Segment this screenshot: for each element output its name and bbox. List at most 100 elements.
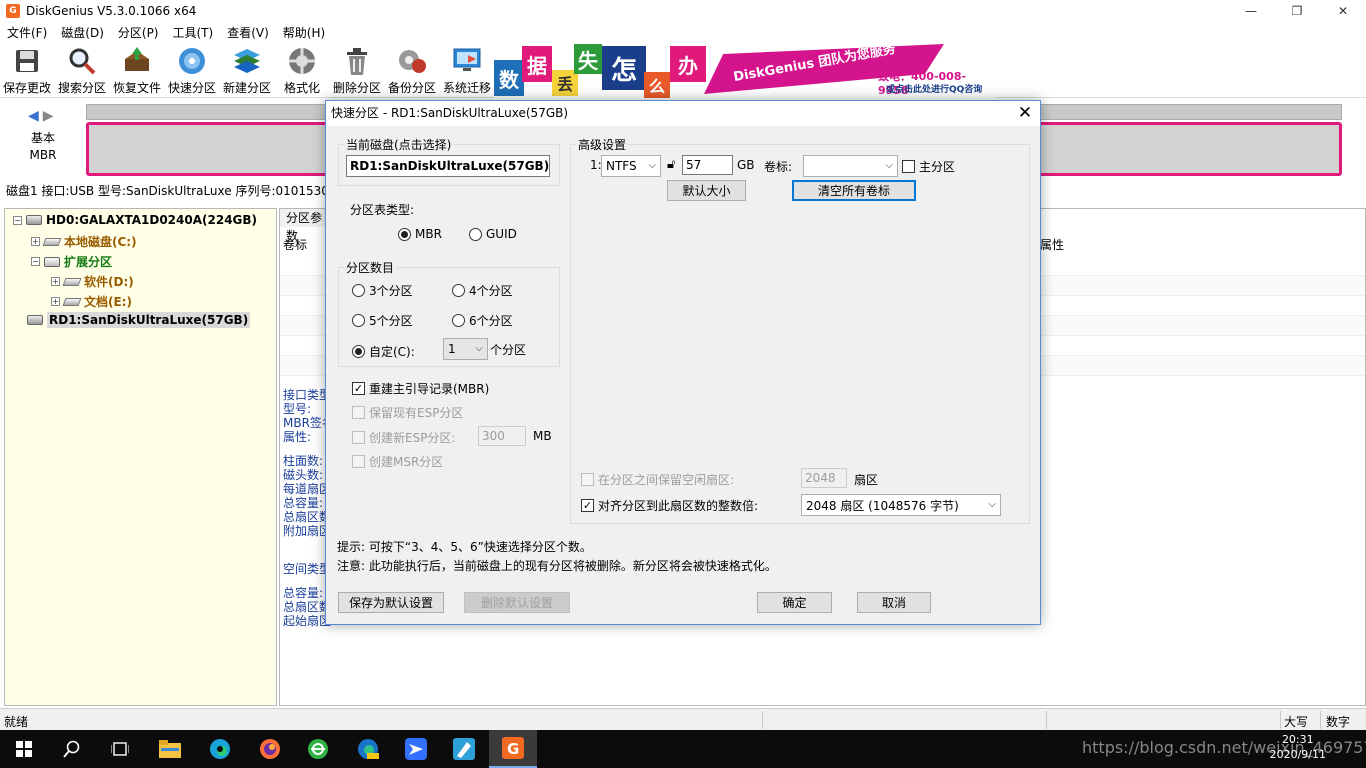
lock-icon[interactable]: 🔓︎ [667,157,675,172]
expand-icon[interactable]: + [31,237,40,246]
checkbox-keep-free-sectors[interactable]: 在分区之间保留空闲扇区: [581,471,734,488]
minimize-button[interactable]: — [1228,0,1274,22]
new-partition-icon [231,46,263,76]
delete-partition-button[interactable]: 删除分区 [330,46,384,96]
cancel-button[interactable]: 取消 [857,592,931,613]
alignment-value: 2048 扇区 (1048576 字节) [806,498,959,513]
system-migration-button[interactable]: 系统迁移 [440,46,494,96]
format-button[interactable]: 格式化 [275,46,329,96]
backup-partition-button[interactable]: 备份分区 [385,46,439,96]
checkbox-rebuild-mbr[interactable]: ✓ 重建主引导记录(MBR) [352,380,489,397]
feishu-icon[interactable] [392,730,440,768]
radio-label: MBR [415,227,442,241]
mbr-label: MBR [29,148,57,162]
volume-label-select[interactable]: ⌵ [803,155,898,177]
firefox-icon[interactable] [246,730,294,768]
dialog-close-button[interactable]: ✕ [1014,101,1036,126]
system-clock[interactable]: 20:31 2020/9/11 [1270,732,1326,762]
info-label: 空间类型 [283,562,332,576]
360-browser-icon[interactable] [294,730,342,768]
info-label: 总扇区数 [283,510,332,524]
delete-default-button[interactable]: 删除默认设置 [464,592,570,613]
menu-disk[interactable]: 磁盘(D) [54,24,111,41]
radio-6-partitions[interactable]: 6个分区 [452,312,513,329]
restore-button[interactable]: ❐ [1274,0,1320,22]
radio-mbr[interactable]: MBR [398,227,442,241]
tree-item-extended[interactable]: − 扩展分区 [31,253,112,270]
radio-custom-count[interactable]: 自定(C): [352,343,415,360]
tree-label: 扩展分区 [64,255,113,269]
expand-icon[interactable]: + [51,277,60,286]
info-label: 附加扇区 [283,524,332,538]
edge-icon[interactable] [196,730,244,768]
banner-tile: 办 [670,46,706,82]
checkbox-label: 对齐分区到此扇区数的整数倍: [598,499,759,513]
tree-item-rd1[interactable]: RD1:SanDiskUltraLuxe(57GB) [27,312,251,328]
info-label: 总容量: [283,586,324,600]
current-disk-selector[interactable]: RD1:SanDiskUltraLuxe(57GB) [346,155,550,177]
advanced-settings-label: 高级设置 [576,136,629,153]
esp-size-input[interactable]: 300 [478,426,526,446]
checkbox-align-partitions[interactable]: ✓ 对齐分区到此扇区数的整数倍: [581,497,758,514]
radio-label: 6个分区 [469,314,513,328]
task-view-icon[interactable] [96,730,144,768]
search-partition-button[interactable]: 搜索分区 [55,46,109,96]
tab-partition-params[interactable]: 分区参数 [280,209,330,243]
radio-4-partitions[interactable]: 4个分区 [452,282,513,299]
default-size-button[interactable]: 默认大小 [667,180,746,201]
diskgenius-icon[interactable]: G [489,730,537,768]
menu-help[interactable]: 帮助(H) [276,24,332,41]
prev-disk-icon[interactable]: ◀ [28,108,39,124]
ad-banner[interactable]: 数 据 丢 失 怎 么 办 DiskGenius 团队为您服务 致电：400-0… [494,42,996,98]
start-icon[interactable] [0,730,48,768]
ok-button[interactable]: 确定 [757,592,832,613]
collapse-icon[interactable]: − [31,257,40,266]
free-sectors-input[interactable]: 2048 [801,468,847,488]
basic-label: 基本 [30,131,55,145]
next-disk-icon[interactable]: ▶ [43,108,54,124]
filesystem-select[interactable]: NTFS ⌵ [601,155,661,177]
status-text: 就绪 [4,715,29,729]
alignment-select[interactable]: 2048 扇区 (1048576 字节) ⌵ [801,494,1001,516]
new-partition-button[interactable]: 新建分区 [220,46,274,96]
banner-tile: 据 [522,46,552,82]
checkbox-primary-partition[interactable]: 主分区 [902,158,955,175]
checkbox-create-msr[interactable]: 创建MSR分区 [352,453,443,470]
menu-partition[interactable]: 分区(P) [111,24,166,41]
tree-item-e[interactable]: + 文档(E:) [51,293,132,310]
chevron-down-icon: ⌵ [988,499,996,510]
file-explorer-icon[interactable] [146,730,194,768]
tool-icon[interactable] [440,730,488,768]
menu-file[interactable]: 文件(F) [0,24,54,41]
partition-row-index: 1: [590,158,602,172]
tree-item-d[interactable]: + 软件(D:) [51,273,134,290]
checkbox-create-esp[interactable]: 创建新ESP分区: [352,429,455,446]
expand-icon[interactable]: + [51,297,60,306]
banner-tile: 么 [644,72,670,98]
close-button[interactable]: ✕ [1320,0,1366,22]
collapse-icon[interactable]: − [13,215,22,225]
clear-labels-button[interactable]: 清空所有卷标 [792,180,916,201]
banner-qq-link[interactable]: 或点击此处进行QQ咨询 [886,82,982,95]
tree-item-hd0[interactable]: − HD0:GALAXTA1D0240A(224GB) [13,213,257,227]
menu-view[interactable]: 查看(V) [220,24,276,41]
partition-size-input[interactable]: 57 [682,155,733,175]
edge-canary-icon[interactable] [344,730,392,768]
banner-tile: 失 [574,44,602,74]
checkbox-box [581,473,594,486]
recover-files-button[interactable]: 恢复文件 [110,46,164,96]
radio-5-partitions[interactable]: 5个分区 [352,312,413,329]
checkbox-keep-esp[interactable]: 保留现有ESP分区 [352,404,463,421]
status-divider [1046,711,1047,729]
tree-item-c[interactable]: + 本地磁盘(C:) [31,233,137,250]
search-icon[interactable] [48,730,96,768]
save-default-button[interactable]: 保存为默认设置 [338,592,444,613]
radio-3-partitions[interactable]: 3个分区 [352,282,413,299]
custom-count-select[interactable]: 1 ⌵ [443,338,488,360]
menu-tools[interactable]: 工具(T) [166,24,221,41]
status-divider [1280,711,1281,729]
save-changes-button[interactable]: 保存更改 [0,46,54,96]
radio-guid[interactable]: GUID [469,227,517,241]
caps-indicator: 大写 [1284,715,1309,729]
quick-partition-button[interactable]: 快速分区 [165,46,219,96]
